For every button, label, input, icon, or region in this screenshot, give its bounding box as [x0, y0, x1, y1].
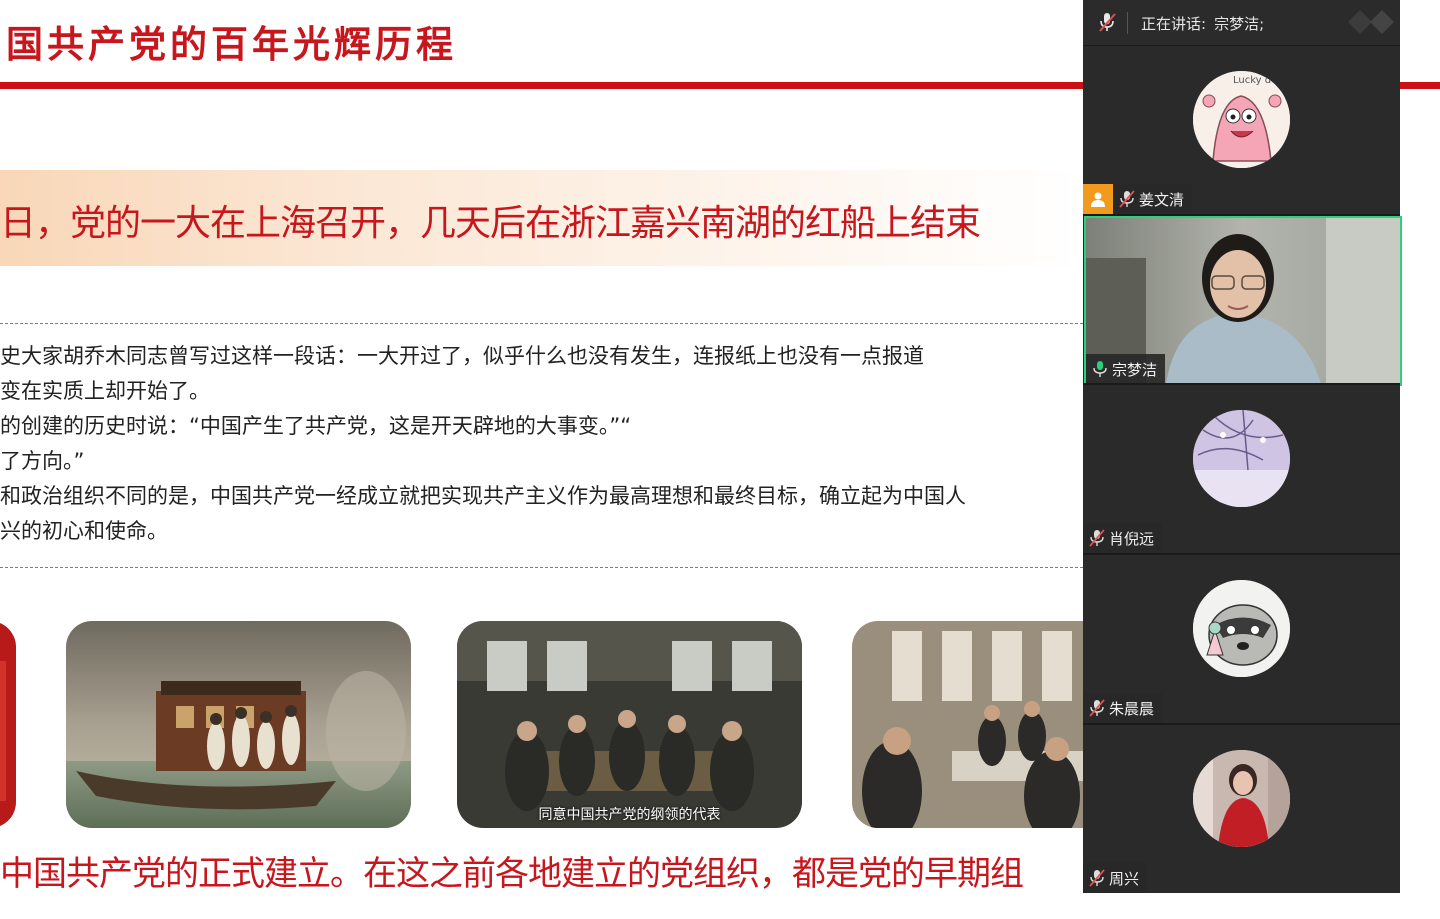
- participant-name: 朱晨晨: [1109, 699, 1155, 718]
- photo-cropped-left: [0, 621, 16, 828]
- avatar-caption: Lucky do: [1233, 75, 1277, 86]
- avatar: [1193, 580, 1290, 677]
- muted-mic-icon: [1089, 699, 1105, 717]
- participant-name-tag: 肖倪远: [1083, 523, 1163, 553]
- paragraph-line-2: 变在实质上却开始了。: [0, 379, 210, 403]
- participant-tile-5[interactable]: 周兴: [1083, 725, 1400, 893]
- participant-name-tag: 朱晨晨: [1083, 693, 1163, 723]
- participant-video-tile-speaking[interactable]: 宗梦洁: [1084, 216, 1402, 386]
- participant-tile-3[interactable]: 肖倪远: [1083, 385, 1400, 553]
- meeting-participants-panel: 正在讲话: 宗梦洁; Lucky do 姜文清 宗梦洁 肖倪远 朱晨晨 周兴: [1083, 0, 1402, 893]
- muted-mic-icon: [1089, 869, 1105, 887]
- avatar: Lucky do: [1193, 71, 1290, 168]
- participant-tile-4[interactable]: 朱晨晨: [1083, 555, 1400, 723]
- paragraph-line-6: 兴的初心和使命。: [0, 519, 168, 543]
- speaking-header: 正在讲话: 宗梦洁;: [1083, 0, 1400, 46]
- participant-name-tag: 宗梦洁: [1086, 354, 1166, 384]
- active-mic-icon: [1092, 360, 1108, 378]
- photo-red-boat: [66, 621, 411, 828]
- bottom-statement: 中国共产党的正式建立。在这之前各地建立的党组织，都是党的早期组: [0, 854, 1024, 894]
- participant-name: 周兴: [1109, 869, 1140, 888]
- slide-title: 国共产党的百年光辉历程: [6, 23, 457, 66]
- current-speaker: 宗梦洁;: [1214, 15, 1265, 33]
- muted-mic-icon: [1119, 190, 1135, 208]
- avatar: [1193, 750, 1290, 847]
- photo-meeting-film-still: 同意中国共产党的纲领的代表: [457, 621, 802, 828]
- participant-name-tag: 周兴: [1083, 863, 1148, 893]
- signal-icon: [1346, 8, 1398, 40]
- speaking-label: 正在讲话: 宗梦洁;: [1141, 13, 1264, 34]
- participant-name: 宗梦洁: [1112, 360, 1158, 379]
- participant-name: 肖倪远: [1109, 529, 1155, 548]
- dashed-divider-top: [0, 323, 1083, 324]
- panel-footer-gap: [1083, 893, 1400, 919]
- speaking-label-text: 正在讲话:: [1141, 15, 1207, 33]
- participant-tile-1[interactable]: Lucky do 姜文清: [1083, 46, 1400, 214]
- banner-text: 日，党的一大在上海召开，几天后在浙江嘉兴南湖的红船上结束: [0, 203, 981, 244]
- paragraph-line-5: 和政治组织不同的是，中国共产党一经成立就把实现共产主义作为最高理想和最终目标，确…: [0, 484, 966, 508]
- avatar: [1193, 410, 1290, 507]
- paragraph-line-1: 史大家胡乔木同志曾写过这样一段话：一大开过了，似乎什么也没有发生，连报纸上也没有…: [0, 344, 924, 368]
- muted-mic-icon[interactable]: [1097, 11, 1117, 37]
- host-person-icon: [1083, 184, 1113, 214]
- dashed-divider-bottom: [0, 567, 1083, 568]
- participant-name-tag: 姜文清: [1083, 184, 1193, 214]
- header-separator: [1127, 12, 1128, 34]
- participant-name: 姜文清: [1139, 190, 1185, 209]
- photo-caption: 同意中国共产党的纲领的代表: [538, 807, 721, 823]
- paragraph-line-3: 的创建的历史时说：“中国产生了共产党，这是开天辟地的大事变。”“: [0, 414, 632, 438]
- paragraph-line-4: 了方向。”: [0, 449, 85, 473]
- muted-mic-icon: [1089, 529, 1105, 547]
